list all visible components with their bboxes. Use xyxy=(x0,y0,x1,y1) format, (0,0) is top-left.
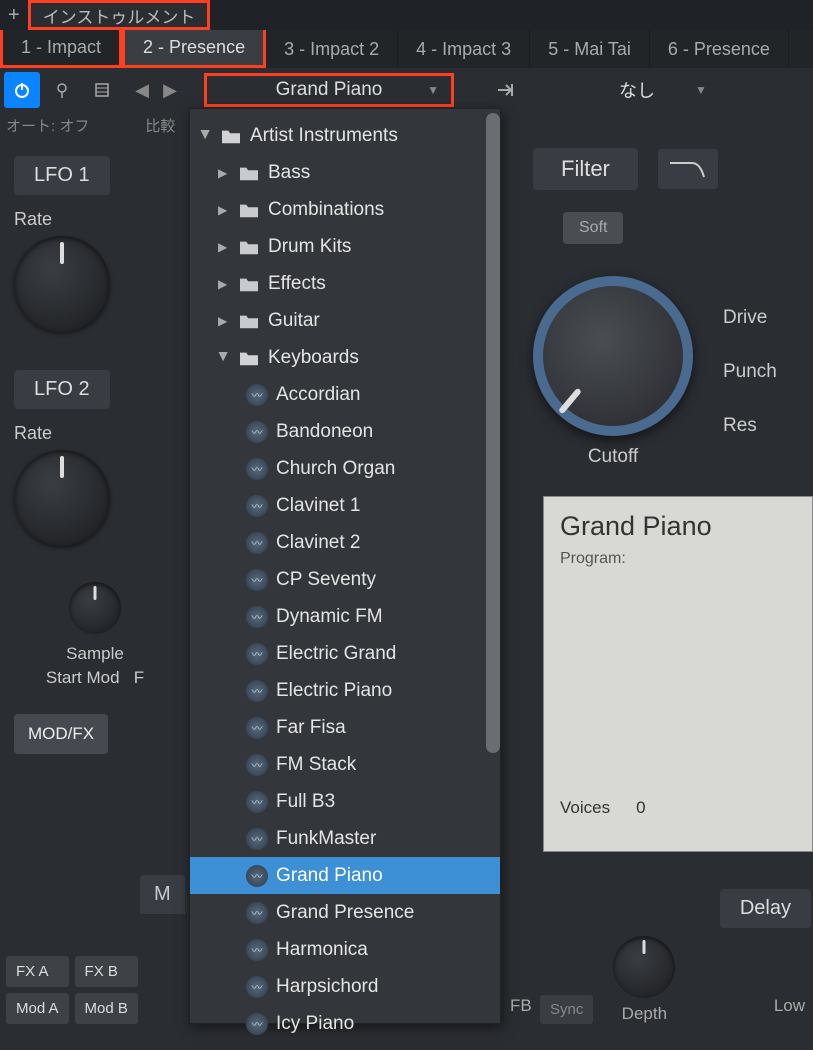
tree-folder-guitar[interactable]: ▶Guitar xyxy=(190,302,500,339)
sync-button[interactable]: Sync xyxy=(540,995,593,1024)
tree-preset-fm-stack[interactable]: 〰FM Stack xyxy=(190,746,500,783)
tab-5-maitai[interactable]: 5 - Mai Tai xyxy=(530,30,650,68)
sample-start-knob[interactable] xyxy=(69,582,121,634)
pin-icon[interactable] xyxy=(44,72,80,108)
lfo2-rate-label: Rate xyxy=(14,423,176,444)
cutoff-label: Cutoff xyxy=(533,446,693,468)
depth-label: Depth xyxy=(613,1004,675,1024)
mod-a-button[interactable]: Mod A xyxy=(6,993,69,1024)
tree-preset-electric-piano[interactable]: 〰Electric Piano xyxy=(190,672,500,709)
filter-shape-button[interactable] xyxy=(658,149,718,189)
fx-b-button[interactable]: FX B xyxy=(75,956,138,987)
voices-label: Voices xyxy=(560,798,610,818)
chevron-down-icon: ▼ xyxy=(695,83,707,97)
m-header: M xyxy=(140,875,185,914)
mod-b-button[interactable]: Mod B xyxy=(75,993,138,1024)
menu-icon[interactable] xyxy=(84,72,120,108)
next-preset-icon[interactable]: ▶ xyxy=(152,72,188,108)
modfx-button[interactable]: MOD/FX xyxy=(14,714,108,754)
tree-preset-grand-piano[interactable]: 〰Grand Piano xyxy=(190,857,500,894)
fx-slot-grid: FX A FX B Mod A Mod B xyxy=(6,956,138,1024)
chevron-down-icon: ▼ xyxy=(427,83,439,97)
scrollbar[interactable] xyxy=(486,113,500,753)
tree-preset-accordian[interactable]: 〰Accordian xyxy=(190,376,500,413)
plugin-body: LFO 1 Rate LFO 2 Rate Sample Start Mod F… xyxy=(0,138,813,1024)
tree-preset-funkmaster[interactable]: 〰FunkMaster xyxy=(190,820,500,857)
add-icon[interactable]: + xyxy=(8,4,20,27)
instrument-menu-label[interactable]: インストゥルメント xyxy=(28,0,211,30)
drive-label: Drive xyxy=(723,307,777,329)
midi-dropdown[interactable]: なし ▼ xyxy=(588,73,738,107)
lfo2-header: LFO 2 xyxy=(14,370,110,409)
fx-a-button[interactable]: FX A xyxy=(6,956,69,987)
tree-preset-grand-presence[interactable]: 〰Grand Presence xyxy=(190,894,500,931)
voices-value: 0 xyxy=(636,798,645,818)
tree-preset-church-organ[interactable]: 〰Church Organ xyxy=(190,450,500,487)
sample-start-block: Sample Start Mod F xyxy=(14,582,176,690)
punch-label: Punch xyxy=(723,361,777,383)
depth-area: Sync Depth xyxy=(540,936,675,1024)
display-title: Grand Piano xyxy=(560,511,796,542)
left-panel: LFO 1 Rate LFO 2 Rate Sample Start Mod F… xyxy=(0,138,190,1024)
tab-2-presence[interactable]: 2 - Presence xyxy=(122,30,266,68)
goto-icon[interactable] xyxy=(488,72,524,108)
lfo1-rate-label: Rate xyxy=(14,209,176,230)
lfo1-header: LFO 1 xyxy=(14,156,110,195)
power-button[interactable] xyxy=(4,72,40,108)
tree-preset-electric-grand[interactable]: 〰Electric Grand xyxy=(190,635,500,672)
tab-3-impact2[interactable]: 3 - Impact 2 xyxy=(266,30,398,68)
tree-preset-far-fisa[interactable]: 〰Far Fisa xyxy=(190,709,500,746)
tab-4-impact3[interactable]: 4 - Impact 3 xyxy=(398,30,530,68)
tree-folder-root[interactable]: ▶Artist Instruments xyxy=(190,117,500,154)
preset-dropdown[interactable]: Grand Piano ▼ xyxy=(204,73,454,107)
lfo2-rate-knob[interactable] xyxy=(14,450,110,546)
instrument-tabs: 1 - Impact 2 - Presence 3 - Impact 2 4 -… xyxy=(0,30,813,68)
fb-label: FB xyxy=(510,996,532,1016)
tree-preset-dynamic-fm[interactable]: 〰Dynamic FM xyxy=(190,598,500,635)
plugin-toolbar: ◀ ▶ Grand Piano ▼ なし ▼ xyxy=(0,68,813,112)
automation-label[interactable]: オート: オフ xyxy=(6,115,89,136)
tree-folder-drum-kits[interactable]: ▶Drum Kits xyxy=(190,228,500,265)
right-panel: Filter Soft Cutoff Drive Punch Res xyxy=(513,138,813,1024)
lfo1-rate-knob[interactable] xyxy=(14,236,110,332)
compare-label[interactable]: 比較 xyxy=(145,115,175,136)
tree-preset-harpsichord[interactable]: 〰Harpsichord xyxy=(190,968,500,1005)
tree-folder-keyboards[interactable]: ▶Keyboards xyxy=(190,339,500,376)
midi-value: なし xyxy=(619,77,655,103)
tree-preset-cp-seventy[interactable]: 〰CP Seventy xyxy=(190,561,500,598)
tree-preset-full-b3[interactable]: 〰Full B3 xyxy=(190,783,500,820)
tree-preset-bandoneon[interactable]: 〰Bandoneon xyxy=(190,413,500,450)
tab-1-impact[interactable]: 1 - Impact xyxy=(0,30,122,68)
depth-knob[interactable] xyxy=(613,936,675,998)
preset-display: Grand Piano Program: Voices 0 xyxy=(543,496,813,852)
sample-label-2: Start Mod F xyxy=(14,666,176,690)
res-label: Res xyxy=(723,415,777,437)
tree-preset-harmonica[interactable]: 〰Harmonica xyxy=(190,931,500,968)
tab-6-presence[interactable]: 6 - Presence xyxy=(650,30,789,68)
tree-preset-clavinet-1[interactable]: 〰Clavinet 1 xyxy=(190,487,500,524)
display-program-label: Program: xyxy=(560,550,796,568)
filter-header: Filter xyxy=(533,148,638,190)
tree-folder-bass[interactable]: ▶Bass xyxy=(190,154,500,191)
cutoff-knob[interactable] xyxy=(533,276,693,436)
preset-name: Grand Piano xyxy=(276,79,383,101)
delay-header: Delay xyxy=(720,889,811,928)
soft-button[interactable]: Soft xyxy=(563,212,623,244)
preset-browser-dropdown: ▶Artist Instruments▶Bass▶Combinations▶Dr… xyxy=(189,108,501,1024)
tree-folder-effects[interactable]: ▶Effects xyxy=(190,265,500,302)
sample-label-1: Sample xyxy=(14,642,176,666)
tree-folder-combinations[interactable]: ▶Combinations xyxy=(190,191,500,228)
top-strip: + インストゥルメント xyxy=(0,0,813,30)
tree-preset-clavinet-2[interactable]: 〰Clavinet 2 xyxy=(190,524,500,561)
low-label: Low xyxy=(774,996,805,1016)
